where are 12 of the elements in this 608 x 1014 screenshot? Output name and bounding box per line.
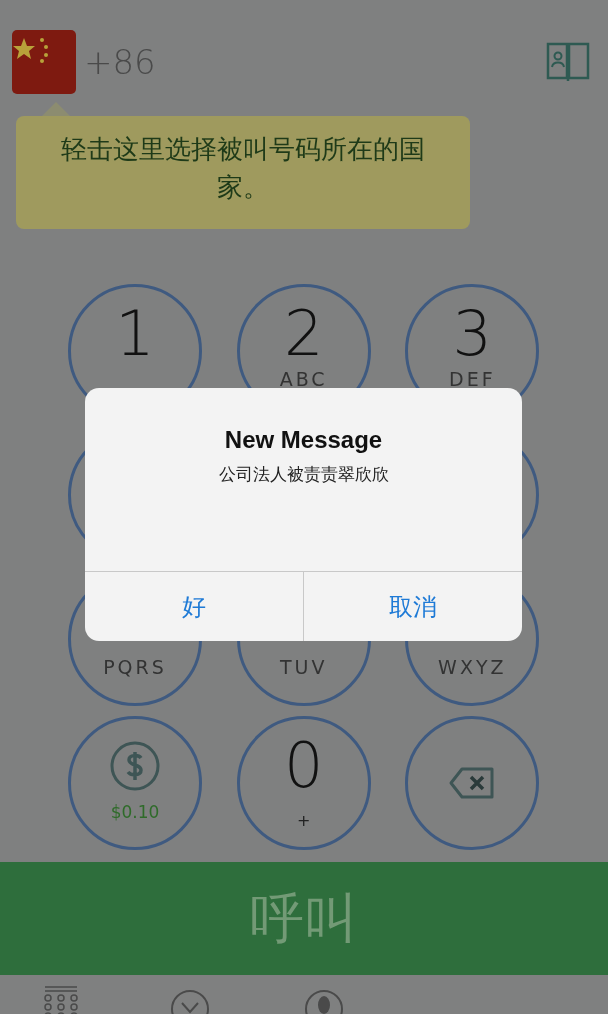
hint-tooltip: 轻击这里选择被叫号码所在的国家。 — [16, 116, 470, 229]
dialog-title: New Message — [224, 425, 383, 455]
contacts-book-icon[interactable] — [546, 42, 590, 82]
dialog-message: 公司法人被责责翠欣欣 — [218, 463, 389, 486]
dialog-button[interactable]: 好 — [85, 572, 303, 641]
keypad-key[interactable]: 0 + — [236, 716, 371, 850]
backspace-icon — [448, 766, 497, 800]
dollar-icon — [109, 740, 161, 793]
keypad-icon[interactable] — [44, 985, 78, 1014]
flag-icon[interactable] — [12, 30, 76, 94]
dialog-button[interactable]: 取消 — [303, 572, 522, 641]
delete-key[interactable] — [405, 716, 540, 850]
